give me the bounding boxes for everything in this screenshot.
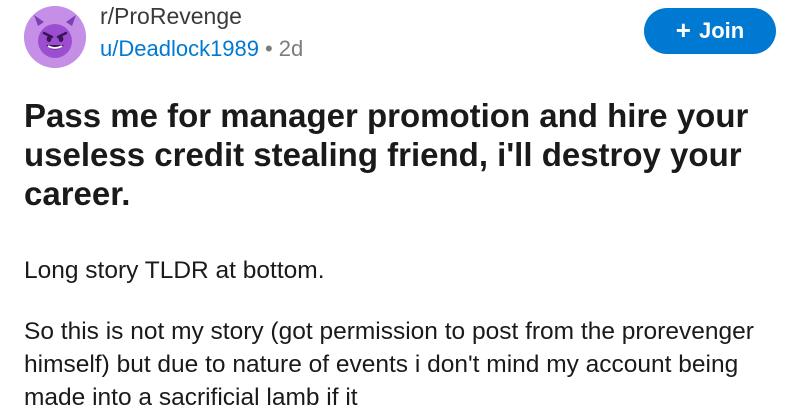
subreddit-link[interactable]: r/ProRevenge: [100, 2, 303, 30]
post-title[interactable]: Pass me for manager promotion and hire y…: [24, 96, 784, 213]
post-body-paragraph: So this is not my story (got permission …: [24, 318, 754, 411]
plus-icon: +: [675, 15, 691, 45]
post-body-paragraph: Long story TLDR at bottom.: [24, 257, 325, 284]
separator-dot: •: [265, 36, 273, 61]
post-byline: u/Deadlock1989 • 2d: [100, 34, 303, 64]
join-label: Join: [698, 18, 745, 43]
post-age: 2d: [278, 36, 304, 61]
join-button[interactable]: + Join: [644, 8, 776, 54]
post-meta: r/ProRevenge u/Deadlock1989 • 2d: [100, 2, 303, 64]
author-link[interactable]: u/Deadlock1989: [100, 36, 259, 61]
post-header: r/ProRevenge u/Deadlock1989 • 2d + Join: [24, 0, 776, 80]
reddit-post: r/ProRevenge u/Deadlock1989 • 2d + Join Pa…: [0, 0, 800, 420]
subreddit-avatar[interactable]: [24, 6, 86, 68]
devil-emoji-icon: [24, 6, 86, 68]
